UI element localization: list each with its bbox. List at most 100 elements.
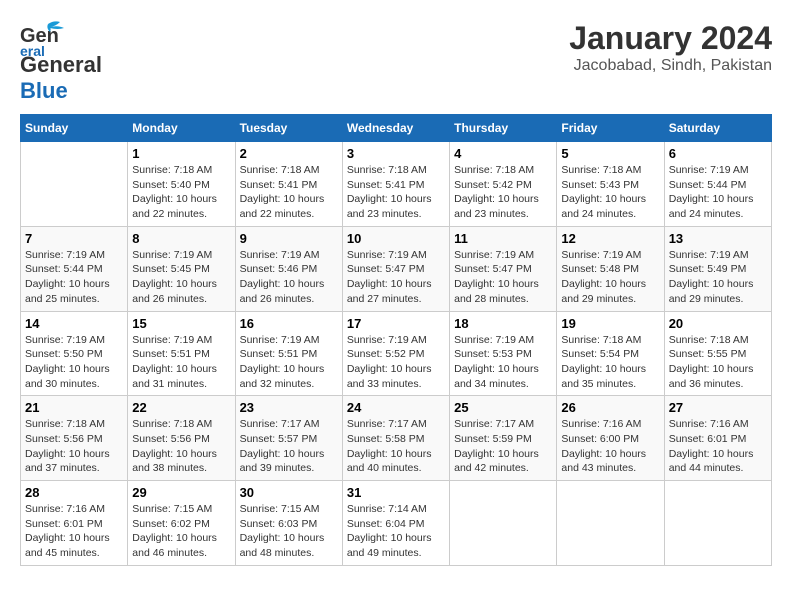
calendar-cell: 22 Sunrise: 7:18 AMSunset: 5:56 PMDayligh… — [128, 396, 235, 481]
calendar-cell: 16Sunrise: 7:19 AMSunset: 5:51 PMDayligh… — [235, 311, 342, 396]
day-info: Sunrise: 7:19 AMSunset: 5:45 PMDaylight:… — [132, 248, 230, 307]
day-number: 5 — [561, 146, 659, 161]
day-info: Sunrise: 7:16 AMSunset: 6:01 PMDaylight:… — [25, 502, 123, 561]
calendar-cell: 21Sunrise: 7:18 AMSunset: 5:56 PMDayligh… — [21, 396, 128, 481]
calendar-table: Sunday Monday Tuesday Wednesday Thursday… — [20, 114, 772, 566]
day-number: 18 — [454, 316, 552, 331]
day-info: Sunrise: 7:19 AMSunset: 5:48 PMDaylight:… — [561, 248, 659, 307]
calendar-cell: 28 Sunrise: 7:16 AMSunset: 6:01 PMDayligh… — [21, 481, 128, 566]
calendar-cell: 13 Sunrise: 7:19 AMSunset: 5:49 PMDayligh… — [664, 226, 771, 311]
calendar-cell: 3Sunrise: 7:18 AMSunset: 5:41 PMDaylight… — [342, 142, 449, 227]
day-number: 24 — [347, 400, 445, 415]
svg-text:eral: eral — [20, 43, 45, 56]
calendar-cell: 27 Sunrise: 7:16 AMSunset: 6:01 PMDayligh… — [664, 396, 771, 481]
day-number: 14 — [25, 316, 123, 331]
day-info: Sunrise: 7:14 AMSunset: 6:04 PMDaylight:… — [347, 502, 445, 561]
day-number: 25 — [454, 400, 552, 415]
calendar-cell: 24 Sunrise: 7:17 AMSunset: 5:58 PMDayligh… — [342, 396, 449, 481]
day-info: Sunrise: 7:18 AMSunset: 5:41 PMDaylight:… — [240, 163, 338, 222]
day-number: 21 — [25, 400, 123, 415]
day-number: 7 — [25, 231, 123, 246]
col-saturday: Saturday — [664, 115, 771, 142]
day-info: Sunrise: 7:19 AMSunset: 5:52 PMDaylight:… — [347, 333, 445, 392]
calendar-cell: 18 Sunrise: 7:19 AMSunset: 5:53 PMDayligh… — [450, 311, 557, 396]
day-info: Sunrise: 7:18 AMSunset: 5:42 PMDaylight:… — [454, 163, 552, 222]
day-number: 20 — [669, 316, 767, 331]
calendar-cell: 30 Sunrise: 7:15 AMSunset: 6:03 PMDayligh… — [235, 481, 342, 566]
calendar-cell: 25Sunrise: 7:17 AMSunset: 5:59 PMDayligh… — [450, 396, 557, 481]
col-tuesday: Tuesday — [235, 115, 342, 142]
day-info: Sunrise: 7:18 AMSunset: 5:55 PMDaylight:… — [669, 333, 767, 392]
calendar-cell: 5 Sunrise: 7:18 AMSunset: 5:43 PMDaylight… — [557, 142, 664, 227]
day-number: 3 — [347, 146, 445, 161]
calendar-header-row: Sunday Monday Tuesday Wednesday Thursday… — [21, 115, 772, 142]
day-number: 13 — [669, 231, 767, 246]
day-info: Sunrise: 7:18 AMSunset: 5:40 PMDaylight:… — [132, 163, 230, 222]
calendar-cell: 6 Sunrise: 7:19 AMSunset: 5:44 PMDaylight… — [664, 142, 771, 227]
day-number: 31 — [347, 485, 445, 500]
calendar-cell: 11 Sunrise: 7:19 AMSunset: 5:47 PMDayligh… — [450, 226, 557, 311]
col-thursday: Thursday — [450, 115, 557, 142]
calendar-cell: 7 Sunrise: 7:19 AMSunset: 5:44 PMDaylight… — [21, 226, 128, 311]
day-info: Sunrise: 7:19 AMSunset: 5:53 PMDaylight:… — [454, 333, 552, 392]
col-monday: Monday — [128, 115, 235, 142]
calendar-cell: 9Sunrise: 7:19 AMSunset: 5:46 PMDaylight… — [235, 226, 342, 311]
day-number: 8 — [132, 231, 230, 246]
day-number: 1 — [132, 146, 230, 161]
calendar-cell: 17Sunrise: 7:19 AMSunset: 5:52 PMDayligh… — [342, 311, 449, 396]
day-info: Sunrise: 7:18 AMSunset: 5:43 PMDaylight:… — [561, 163, 659, 222]
day-number: 23 — [240, 400, 338, 415]
calendar-week-row: 1 Sunrise: 7:18 AMSunset: 5:40 PMDaylight… — [21, 142, 772, 227]
day-info: Sunrise: 7:19 AMSunset: 5:44 PMDaylight:… — [25, 248, 123, 307]
day-info: Sunrise: 7:17 AMSunset: 5:58 PMDaylight:… — [347, 417, 445, 476]
calendar-cell: 12Sunrise: 7:19 AMSunset: 5:48 PMDayligh… — [557, 226, 664, 311]
day-info: Sunrise: 7:17 AMSunset: 5:57 PMDaylight:… — [240, 417, 338, 476]
day-info: Sunrise: 7:18 AMSunset: 5:54 PMDaylight:… — [561, 333, 659, 392]
calendar-cell: 2 Sunrise: 7:18 AMSunset: 5:41 PMDaylight… — [235, 142, 342, 227]
day-info: Sunrise: 7:19 AMSunset: 5:44 PMDaylight:… — [669, 163, 767, 222]
calendar-cell: 20 Sunrise: 7:18 AMSunset: 5:55 PMDayligh… — [664, 311, 771, 396]
day-number: 22 — [132, 400, 230, 415]
calendar-cell: 23 Sunrise: 7:17 AMSunset: 5:57 PMDayligh… — [235, 396, 342, 481]
logo: Gen eral General Blue — [20, 20, 102, 104]
day-info: Sunrise: 7:18 AMSunset: 5:56 PMDaylight:… — [132, 417, 230, 476]
calendar-cell: 29 Sunrise: 7:15 AMSunset: 6:02 PMDayligh… — [128, 481, 235, 566]
day-number: 10 — [347, 231, 445, 246]
calendar-cell: 8 Sunrise: 7:19 AMSunset: 5:45 PMDaylight… — [128, 226, 235, 311]
day-number: 11 — [454, 231, 552, 246]
day-info: Sunrise: 7:15 AMSunset: 6:02 PMDaylight:… — [132, 502, 230, 561]
day-number: 29 — [132, 485, 230, 500]
calendar-cell — [21, 142, 128, 227]
day-info: Sunrise: 7:19 AMSunset: 5:46 PMDaylight:… — [240, 248, 338, 307]
day-info: Sunrise: 7:19 AMSunset: 5:47 PMDaylight:… — [454, 248, 552, 307]
day-number: 15 — [132, 316, 230, 331]
calendar-cell: 14 Sunrise: 7:19 AMSunset: 5:50 PMDayligh… — [21, 311, 128, 396]
calendar-cell: 26Sunrise: 7:16 AMSunset: 6:00 PMDayligh… — [557, 396, 664, 481]
day-info: Sunrise: 7:15 AMSunset: 6:03 PMDaylight:… — [240, 502, 338, 561]
col-wednesday: Wednesday — [342, 115, 449, 142]
day-number: 6 — [669, 146, 767, 161]
day-info: Sunrise: 7:19 AMSunset: 5:51 PMDaylight:… — [132, 333, 230, 392]
day-info: Sunrise: 7:16 AMSunset: 6:01 PMDaylight:… — [669, 417, 767, 476]
title-block: January 2024 Jacobabad, Sindh, Pakistan — [569, 20, 772, 75]
calendar-cell — [557, 481, 664, 566]
col-friday: Friday — [557, 115, 664, 142]
day-number: 2 — [240, 146, 338, 161]
calendar-cell: 31 Sunrise: 7:14 AMSunset: 6:04 PMDayligh… — [342, 481, 449, 566]
page-title: January 2024 — [569, 20, 772, 57]
day-info: Sunrise: 7:19 AMSunset: 5:50 PMDaylight:… — [25, 333, 123, 392]
day-number: 26 — [561, 400, 659, 415]
day-number: 4 — [454, 146, 552, 161]
calendar-cell: 1 Sunrise: 7:18 AMSunset: 5:40 PMDaylight… — [128, 142, 235, 227]
day-number: 16 — [240, 316, 338, 331]
day-number: 30 — [240, 485, 338, 500]
page-subtitle: Jacobabad, Sindh, Pakistan — [569, 57, 772, 75]
calendar-cell: 4 Sunrise: 7:18 AMSunset: 5:42 PMDaylight… — [450, 142, 557, 227]
day-number: 27 — [669, 400, 767, 415]
calendar-week-row: 21 Sunrise: 7:18 AMSunset: 5:56 PMDayligh… — [21, 396, 772, 481]
calendar-cell: 10 Sunrise: 7:19 AMSunset: 5:47 PMDayligh… — [342, 226, 449, 311]
day-info: Sunrise: 7:19 AMSunset: 5:49 PMDaylight:… — [669, 248, 767, 307]
day-info: Sunrise: 7:19 AMSunset: 5:47 PMDaylight:… — [347, 248, 445, 307]
calendar-cell — [664, 481, 771, 566]
day-number: 28 — [25, 485, 123, 500]
